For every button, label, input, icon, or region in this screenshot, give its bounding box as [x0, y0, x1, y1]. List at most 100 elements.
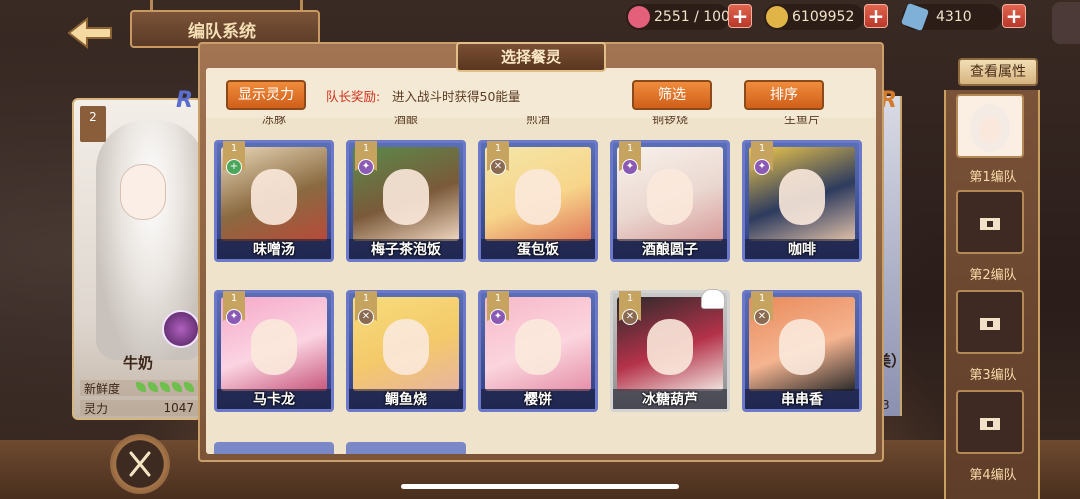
spirit-name: 味噌汤: [217, 239, 331, 259]
captain-bonus-text: 进入战斗时获得50能量: [392, 89, 521, 104]
add-stamina-button[interactable]: +: [728, 4, 752, 28]
team-slot-3[interactable]: [956, 290, 1024, 354]
spirit-name: 咖啡: [745, 239, 859, 259]
spirit-face: [251, 319, 297, 375]
leaf-icon: [148, 382, 158, 392]
sort-button[interactable]: 排序: [744, 80, 824, 110]
partial-name: 生鱼片: [783, 116, 820, 126]
add-crystals-button[interactable]: +: [1002, 4, 1026, 28]
sign-rope-right: [300, 0, 303, 10]
leaf-icon: [136, 382, 146, 392]
spirit-card[interactable]: 1 ✦ 酒酿圆子: [610, 140, 730, 262]
spirit-name: 冰糖葫芦: [613, 389, 727, 409]
back-arrow-icon: [67, 16, 112, 50]
spirit-card[interactable]: 1 ✦ 咖啡: [742, 140, 862, 262]
select-spirit-content: 显示灵力 队长奖励: 进入战斗时获得50能量 筛选 排序 冻豚 酒酿 煎酒 铜锣…: [206, 68, 876, 454]
spirit-face: [647, 169, 693, 225]
power-row: 灵力 1047: [80, 400, 198, 416]
chef-hat-icon: [701, 289, 725, 309]
spirit-card[interactable]: 1 + 味噌汤: [214, 140, 334, 262]
type-icon: ✕: [490, 159, 506, 175]
spirit-card[interactable]: 1 ✕ 冰糖葫芦: [610, 289, 730, 412]
type-icon: ✕: [754, 309, 770, 325]
spirit-name: 串串香: [745, 389, 859, 409]
power-label: 灵力: [84, 401, 109, 416]
spirit-card[interactable]: 1 ✦ 樱饼: [478, 290, 598, 412]
heart-icon: [628, 6, 650, 28]
leaf-icon: [160, 382, 170, 392]
type-icon: +: [226, 159, 242, 175]
coin-icon: [766, 6, 788, 28]
team-sidebar: 第1编队 第2编队 第3编队 第4编队: [944, 90, 1040, 499]
coin-value: 6109952: [792, 9, 855, 25]
type-icon: ✕: [622, 309, 638, 325]
menu-tab-button[interactable]: [1052, 2, 1080, 44]
team-slot-4[interactable]: [956, 390, 1024, 454]
crystal-value: 4310: [936, 9, 972, 25]
partial-name: 酒酿: [393, 116, 418, 126]
freshness-row: 新鲜度: [80, 380, 198, 396]
resource-coins: 6109952: [764, 4, 864, 30]
spirit-card[interactable]: 1 ✕ 串串香: [742, 290, 862, 412]
spirit-name: 樱饼: [481, 389, 595, 409]
cutlery-button[interactable]: [110, 434, 170, 494]
team-label-1: 第1编队: [969, 170, 1017, 185]
spirit-face: [383, 169, 429, 225]
freshness-leaves: [134, 381, 194, 395]
home-indicator[interactable]: [401, 484, 679, 489]
leader-character-card[interactable]: 2 牛奶 新鲜度 灵力 1047: [72, 98, 202, 420]
team-label-2: 第2编队: [969, 268, 1017, 283]
spirit-name: 马卡龙: [217, 389, 331, 409]
type-icon: ✦: [622, 159, 638, 175]
team-leader-avatar: [970, 104, 1010, 152]
locked-pot-icon: [980, 218, 1000, 230]
team-slot-2[interactable]: [956, 190, 1024, 254]
locked-pot-icon: [980, 418, 1000, 430]
type-icon: ✦: [358, 159, 374, 175]
freshness-label: 新鲜度: [84, 381, 121, 396]
character-name: 牛奶: [122, 354, 153, 372]
partial-name: 煎酒: [525, 116, 550, 126]
type-icon: ✦: [226, 309, 242, 325]
spirit-card[interactable]: 1 ✕ 鲷鱼烧: [346, 290, 466, 412]
type-icon: ✦: [490, 309, 506, 325]
panel-toolbar: 显示灵力 队长奖励: 进入战斗时获得50能量 筛选 排序: [206, 68, 876, 118]
back-button[interactable]: [62, 14, 120, 52]
stamina-value: 2551 / 100: [654, 9, 730, 25]
next-row-card-peek: [346, 442, 466, 454]
rarity-letter-left: R: [176, 88, 193, 113]
team-label-4: 第4编队: [969, 468, 1017, 483]
power-value: 1047: [163, 401, 194, 415]
view-attributes-button[interactable]: 查看属性: [958, 58, 1038, 86]
filter-button[interactable]: 筛选: [632, 80, 712, 110]
skill-icon[interactable]: [162, 310, 200, 348]
spirit-face: [515, 169, 561, 225]
leaf-icon: [184, 382, 194, 392]
locked-pot-icon: [980, 318, 1000, 330]
character-face: [120, 164, 166, 220]
type-icon: ✕: [358, 309, 374, 325]
resource-stamina: 2551 / 100: [626, 4, 730, 30]
spirit-face: [251, 169, 297, 225]
resource-crystals: 4310: [900, 2, 1002, 32]
partial-row-names: 冻豚 酒酿 煎酒 铜锣烧 生鱼片: [206, 116, 876, 130]
rank-badge: 2: [80, 106, 106, 142]
show-power-button[interactable]: 显示灵力: [226, 80, 306, 110]
spirit-name: 鲷鱼烧: [349, 389, 463, 409]
add-coins-button[interactable]: +: [864, 4, 888, 28]
panel-title: 选择餐灵: [456, 42, 606, 72]
partial-name: 铜锣烧: [651, 116, 688, 126]
spirit-face: [779, 169, 825, 225]
spirit-card[interactable]: 1 ✦ 梅子茶泡饭: [346, 140, 466, 262]
leaf-icon: [172, 382, 182, 392]
spirit-name: 蛋包饭: [481, 239, 595, 259]
spirit-card[interactable]: 1 ✦ 马卡龙: [214, 290, 334, 412]
spirit-name: 梅子茶泡饭: [349, 239, 463, 259]
cutlery-icon: [129, 451, 151, 477]
spirit-card[interactable]: 1 ✕ 蛋包饭: [478, 140, 598, 262]
spirit-face: [779, 319, 825, 375]
next-row-card-peek: [214, 442, 334, 454]
team-label-3: 第3编队: [969, 368, 1017, 383]
team-slot-1[interactable]: [956, 94, 1024, 158]
spirit-face: [383, 319, 429, 375]
